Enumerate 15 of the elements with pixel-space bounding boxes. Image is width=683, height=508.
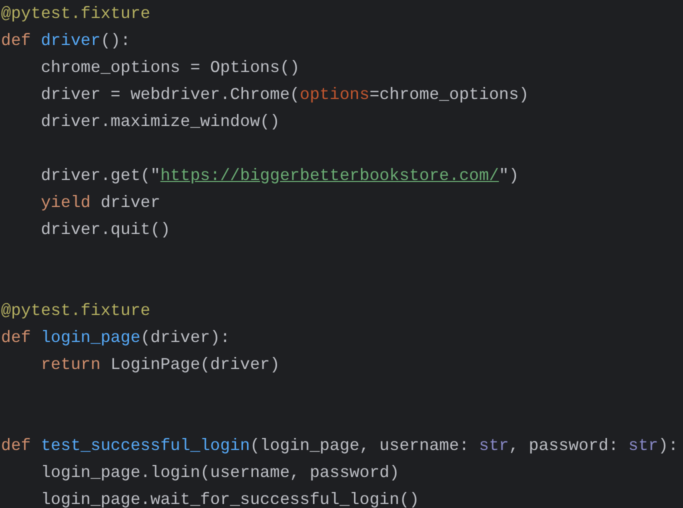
code-line: def test_successful_login(login_page, username: str, password: str): xyxy=(1,435,678,457)
code-line: driver.get("https://biggerbetterbookstore.com/") xyxy=(40,165,519,187)
code-line: chrome_options = Options() xyxy=(40,57,300,79)
code-line: def driver(): xyxy=(1,30,130,52)
code-line: def login_page(driver): xyxy=(1,327,230,349)
code-line: yield driver xyxy=(40,192,160,214)
code-line: return LoginPage(driver) xyxy=(40,354,280,376)
code-line: login_page.login(username, password) xyxy=(40,462,400,484)
code-line: driver.quit() xyxy=(40,219,170,241)
code-line: driver = webdriver.Chrome(options=chrome_options) xyxy=(40,84,529,106)
code-line: @pytest.fixture xyxy=(1,3,150,25)
code-line: login_page.wait_for_successful_login() xyxy=(40,489,420,508)
url-link[interactable]: https://biggerbetterbookstore.com/ xyxy=(160,166,499,185)
code-line: driver.maximize_window() xyxy=(40,111,280,133)
code-line: @pytest.fixture xyxy=(1,300,150,322)
